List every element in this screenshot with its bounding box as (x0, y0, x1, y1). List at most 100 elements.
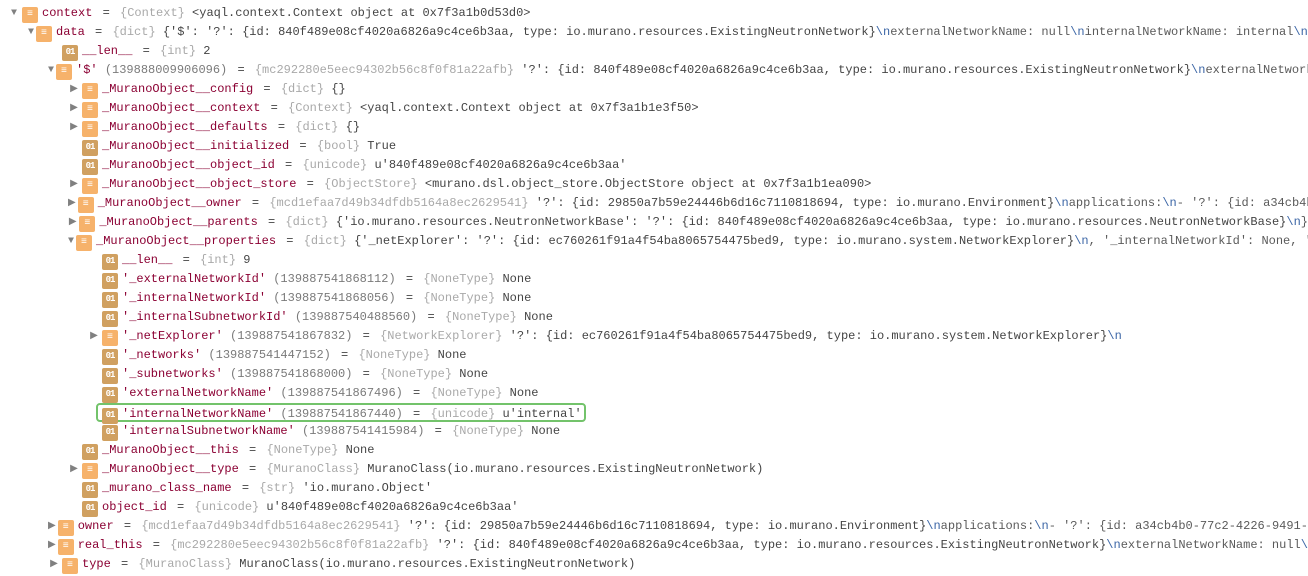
variable-name: __len__ (122, 253, 172, 267)
variable-type: {NoneType} (358, 348, 430, 362)
row-content: ≡_MuranoObject__properties = {dict} {'_n… (74, 232, 1308, 251)
tree-row[interactable]: ▶01_MuranoObject__initialized = {bool} T… (4, 137, 1308, 156)
tree-row[interactable]: ▶01__len__ = {int} 2 (4, 42, 1308, 61)
variable-name: data (56, 25, 85, 39)
equals: = (296, 177, 324, 191)
tree-row[interactable]: ▶≡_MuranoObject__owner = {mcd1efaa7d49b3… (4, 194, 1308, 213)
variable-address: (139887541867832) (223, 329, 353, 343)
tree-row[interactable]: ▶≡_MuranoObject__config = {dict} {} (4, 80, 1308, 99)
tree-row[interactable]: ▶01object_id = {unicode} u'840f489e08cf4… (4, 498, 1308, 517)
tree-row[interactable]: ▼≡data = {dict} {'$': '?': {id: 840f489e… (4, 23, 1308, 42)
variable-value: None (495, 272, 531, 286)
variable-type: {dict} (304, 234, 347, 248)
equals: = (258, 215, 286, 229)
equals: = (232, 481, 260, 495)
primitive-icon: 01 (82, 444, 98, 460)
variable-name: _murano_class_name (102, 481, 232, 495)
variable-type: {NetworkExplorer} (380, 329, 502, 343)
tree-row[interactable]: ▶≡'_netExplorer' (139887541867832) = {Ne… (4, 327, 1308, 346)
tree-row[interactable]: ▶≡_MuranoObject__defaults = {dict} {} (4, 118, 1308, 137)
tree-row[interactable]: ▶01'_externalNetworkId' (139887541868112… (4, 270, 1308, 289)
variable-value: {'$': '?': {id: 840f489e08cf4020a6826a9c… (156, 25, 876, 39)
variable-type: {unicode} (194, 500, 259, 514)
tree-row[interactable]: ▶01'internalSubnetworkName' (13988754141… (4, 422, 1308, 441)
variable-type: {NoneType} (423, 291, 495, 305)
row-content: ≡context = {Context} <yaql.context.Conte… (20, 4, 531, 23)
variable-type: {Context} (288, 101, 353, 115)
chevron-right-icon[interactable]: ▶ (48, 555, 60, 574)
equals: = (242, 196, 270, 210)
equals: = (352, 329, 380, 343)
variable-name: owner (78, 519, 114, 533)
variable-address: (139888009906096) (98, 63, 228, 77)
primitive-icon: 01 (102, 273, 118, 289)
row-content: 01'internalSubnetworkName' (139887541415… (100, 422, 560, 441)
tree-row[interactable]: ▶≡ _MuranoObject__object_store = {ObjectS… (4, 175, 1308, 194)
tree-row[interactable]: ▶01'_networks' (139887541447152) = {None… (4, 346, 1308, 365)
variable-type: {dict} (112, 25, 155, 39)
tree-row[interactable]: ▶01'_internalSubnetworkId' (139887540488… (4, 308, 1308, 327)
variable-name: __len__ (82, 44, 132, 58)
row-content: 01_MuranoObject__object_id = {unicode} u… (80, 156, 627, 175)
variable-type: {mc292280e5eec94302b56c8f0f81a22afb} (170, 538, 429, 552)
primitive-icon: 01 (82, 140, 98, 156)
object-icon: ≡ (82, 178, 98, 194)
escape-sequence: \n (1301, 538, 1308, 552)
tree-row[interactable]: ▶≡_MuranoObject__type = {MuranoClass} Mu… (4, 460, 1308, 479)
equals: = (260, 101, 288, 115)
variable-value: '?': {id: 840f489e08cf4020a6826a9c4ce6b3… (514, 63, 1191, 77)
chevron-right-icon[interactable]: ▶ (48, 536, 56, 555)
chevron-down-icon[interactable]: ▼ (8, 4, 20, 23)
variable-address: (139887541868056) (266, 291, 396, 305)
object-icon: ≡ (36, 26, 52, 42)
chevron-right-icon[interactable]: ▶ (48, 517, 56, 536)
tree-row[interactable]: ▼≡_MuranoObject__properties = {dict} {'_… (4, 232, 1308, 251)
variable-type: {ObjectStore} (324, 177, 418, 191)
primitive-icon: 01 (82, 159, 98, 175)
chevron-right-icon[interactable]: ▶ (68, 99, 80, 118)
tree-row[interactable]: ▶01'externalNetworkName' (13988754186749… (4, 384, 1308, 403)
chevron-right-icon[interactable]: ▶ (68, 175, 80, 194)
variable-name: _MuranoObject__parents (99, 215, 257, 229)
tree-row[interactable]: ▶01'internalNetworkName' (13988754186744… (4, 403, 1308, 422)
chevron-right-icon[interactable]: ▶ (68, 460, 80, 479)
chevron-right-icon[interactable]: ▶ (68, 118, 80, 137)
tree-row[interactable]: ▼≡context = {Context} <yaql.context.Cont… (4, 4, 1308, 23)
variable-value-cont: } (1301, 215, 1308, 229)
tree-row[interactable]: ▶01'_internalNetworkId' (139887541868056… (4, 289, 1308, 308)
variable-type: {NoneType} (445, 310, 517, 324)
tree-row[interactable]: ▶01_MuranoObject__this = {NoneType} None (4, 441, 1308, 460)
tree-row[interactable]: ▼≡'$' (139888009906096) = {mc292280e5eec… (4, 61, 1308, 80)
chevron-right-icon[interactable]: ▶ (88, 327, 100, 346)
variable-value-cont: internalNetworkName: internal (1085, 25, 1294, 39)
chevron-right-icon[interactable]: ▶ (68, 213, 77, 232)
escape-sequence: \n (1162, 196, 1176, 210)
tree-row[interactable]: ▶≡_MuranoObject__parents = {dict} {'io.m… (4, 213, 1308, 232)
equals: = (424, 424, 452, 438)
variable-value: 'io.murano.Object' (295, 481, 432, 495)
tree-row[interactable]: ▶01__len__ = {int} 9 (4, 251, 1308, 270)
tree-row[interactable]: ▶≡type = {MuranoClass} MuranoClass(io.mu… (4, 555, 1308, 574)
variable-name: _MuranoObject__config (102, 82, 253, 96)
tree-row[interactable]: ▶≡_MuranoObject__context = {Context} <ya… (4, 99, 1308, 118)
chevron-right-icon[interactable]: ▶ (68, 80, 80, 99)
variable-name: _MuranoObject__properties (96, 234, 276, 248)
tree-row[interactable]: ▶01_MuranoObject__object_id = {unicode} … (4, 156, 1308, 175)
primitive-icon: 01 (102, 368, 118, 384)
equals: = (92, 6, 120, 20)
variable-name: _MuranoObject__object_store (102, 177, 296, 191)
object-icon: ≡ (58, 539, 74, 555)
tree-row[interactable]: ▶≡owner = {mcd1efaa7d49b34dfdb5164a8ec26… (4, 517, 1308, 536)
variable-type: {int} (200, 253, 236, 267)
chevron-right-icon[interactable]: ▶ (68, 194, 76, 213)
escape-sequence: \n (1054, 196, 1068, 210)
equals: = (268, 120, 296, 134)
variable-type: {int} (160, 44, 196, 58)
tree-row[interactable]: ▶01_murano_class_name = {str} 'io.murano… (4, 479, 1308, 498)
tree-row[interactable]: ▶≡real_this = {mc292280e5eec94302b56c8f0… (4, 536, 1308, 555)
escape-sequence: \n (876, 25, 890, 39)
variable-type: {mc292280e5eec94302b56c8f0f81a22afb} (255, 63, 514, 77)
tree-row[interactable]: ▶01'_subnetworks' (139887541868000) = {N… (4, 365, 1308, 384)
variable-name: _MuranoObject__initialized (102, 139, 289, 153)
equals: = (172, 253, 200, 267)
